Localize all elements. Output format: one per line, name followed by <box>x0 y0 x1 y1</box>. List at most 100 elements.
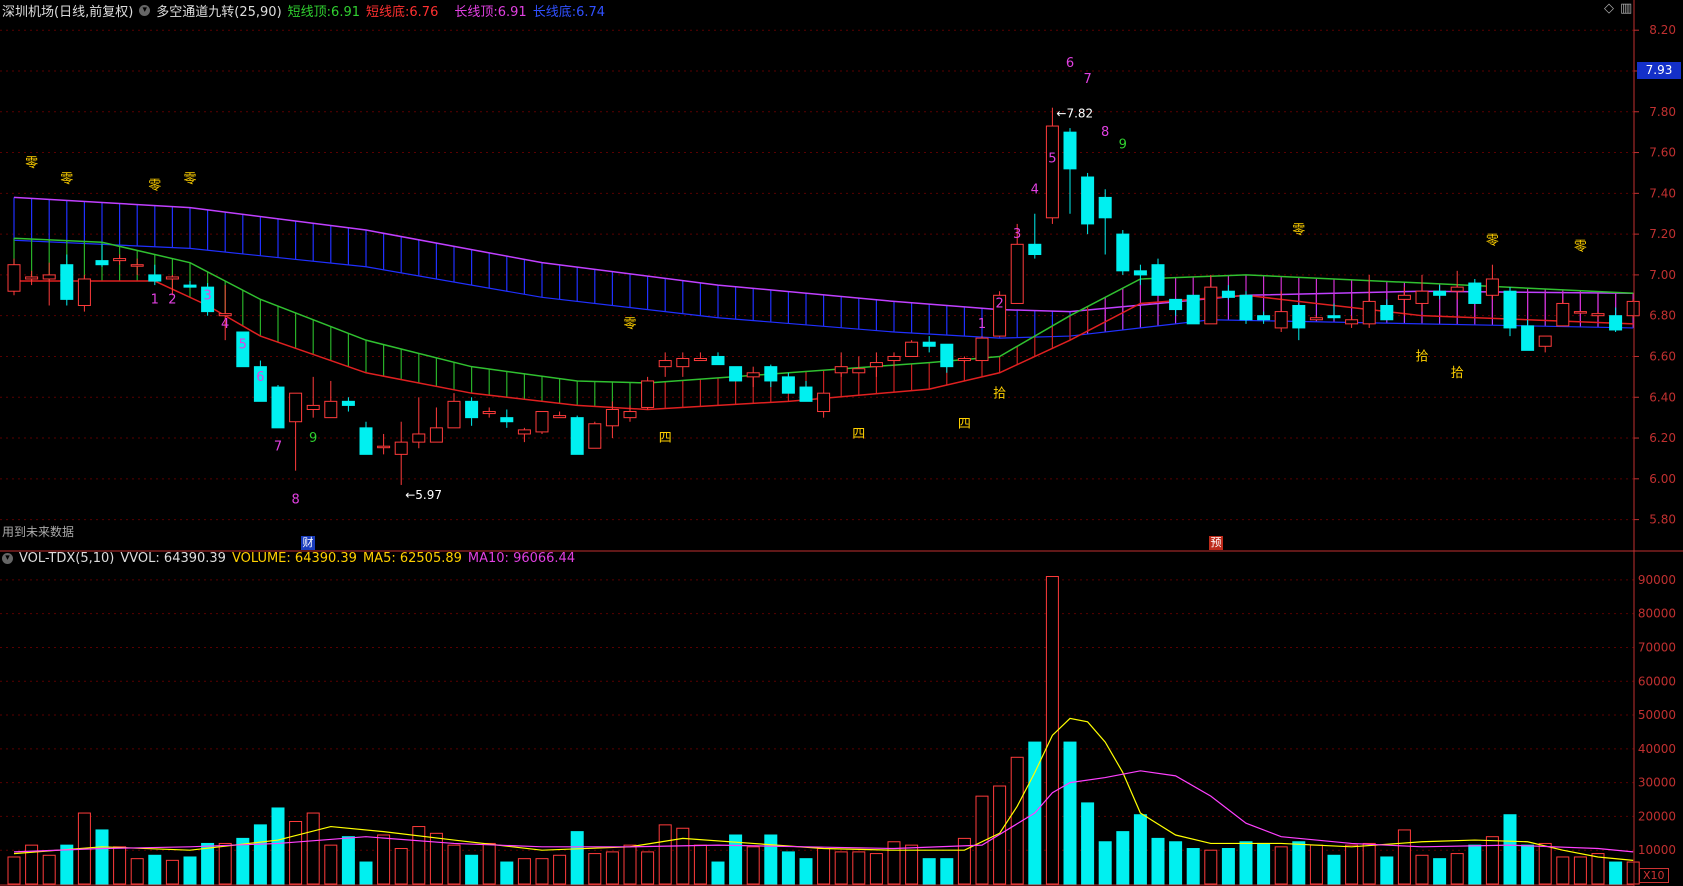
td-sequence-label: 5 <box>239 337 247 352</box>
volume-bar <box>570 831 584 885</box>
candle-body <box>1556 302 1570 327</box>
td-sequence-label: 1 <box>151 292 159 307</box>
volume-bar <box>42 854 56 885</box>
volume-bar <box>324 844 338 885</box>
candle <box>429 407 443 443</box>
candle <box>729 366 743 382</box>
candle-body <box>834 366 848 374</box>
volume-bar <box>113 846 127 885</box>
candle <box>1573 311 1587 314</box>
candle-body <box>1010 243 1024 304</box>
candle-body <box>605 408 619 427</box>
candle <box>869 352 883 377</box>
candle-body <box>500 417 514 423</box>
candle-body <box>95 260 109 266</box>
chart-canvas[interactable]: ←7.82←5.971 2 3456798123456789零零零零零四 四四拾零拾拾… <box>0 0 1683 886</box>
signal-cn-label: 零 <box>183 172 196 187</box>
volume-bar <box>482 842 496 885</box>
candle-body <box>869 362 883 368</box>
volume-bar <box>1556 856 1570 885</box>
candle-body <box>1362 300 1376 325</box>
volume-tick-label: 90000 <box>1638 573 1676 587</box>
panel-icon[interactable]: ▥ <box>1620 1 1638 16</box>
indicator-menu-icon[interactable]: ▾ <box>139 5 151 16</box>
high-price-annotation: ←7.82 <box>1056 107 1093 121</box>
long-band-top-line <box>13 196 1634 313</box>
candle <box>852 356 866 374</box>
short-top-value: 6.91 <box>331 5 360 20</box>
ma10-value: 96066.44 <box>513 551 576 566</box>
main-chart-header: 深圳机场(日线,前复权) ▾ 多空通道九转(25,90) 短线顶:6.91 短线… <box>2 1 605 20</box>
volume-bar <box>1239 841 1253 885</box>
candle-body <box>1063 131 1077 170</box>
volume-bar <box>500 861 514 885</box>
volume-bar <box>359 861 373 885</box>
volume-bar <box>465 854 479 885</box>
diamond-icon[interactable]: ◇ <box>1604 1 1620 16</box>
window-controls[interactable]: ◇▥ <box>1604 1 1638 16</box>
candle-body <box>535 411 549 433</box>
price-tick-label: 6.00 <box>1649 472 1676 486</box>
volume-bar <box>1345 844 1359 885</box>
volume-bar <box>429 832 443 885</box>
signal-cn-label: 四 <box>659 431 672 446</box>
candle-body <box>817 392 831 413</box>
volume-bar <box>1169 841 1183 885</box>
volume-bar <box>377 834 391 885</box>
forecast-flag[interactable]: 预 <box>1209 536 1223 550</box>
candle <box>517 427 531 443</box>
candle <box>588 421 602 449</box>
candle-body <box>957 358 971 362</box>
indicator-name[interactable]: 多空通道九转(25,90) <box>156 1 281 20</box>
candle-body <box>693 358 707 362</box>
candle-body <box>1133 270 1147 276</box>
volume-bar <box>394 848 408 885</box>
volume-label: VOLUME: <box>231 551 291 566</box>
volume-indicator-name[interactable]: VOL-TDX(5,10) <box>19 551 114 566</box>
candle-body <box>1345 319 1359 325</box>
candle-body <box>130 264 144 267</box>
candle-body <box>905 341 919 357</box>
volume-bar <box>1098 841 1112 885</box>
candle <box>1345 315 1359 328</box>
volume-bar <box>869 853 883 885</box>
candle-body <box>1274 311 1288 329</box>
candle <box>1133 264 1147 286</box>
volume-tick-label: 40000 <box>1638 742 1676 756</box>
volume-bar <box>148 854 162 885</box>
volume-bars[interactable] <box>7 576 1640 885</box>
financial-report-flag[interactable]: 财 <box>301 536 315 550</box>
volume-bar <box>623 844 637 885</box>
candle <box>377 433 391 455</box>
long-bottom-value: 6.74 <box>576 5 606 20</box>
candle <box>148 264 162 286</box>
long-bottom-label: 长线底: <box>532 5 577 20</box>
price-tick-label: 7.60 <box>1649 146 1676 160</box>
volume-bar <box>271 807 285 885</box>
volume-bar <box>1397 829 1411 885</box>
low-price-annotation: ←5.97 <box>405 488 442 502</box>
volume-bar <box>940 858 954 885</box>
candle-body <box>1045 125 1059 219</box>
candle <box>482 407 496 418</box>
volume-bar <box>605 851 619 885</box>
td-sequence-label: 5 <box>1048 152 1056 167</box>
price-tick-label: 5.80 <box>1649 513 1676 527</box>
volume-bar <box>922 858 936 885</box>
candle-body <box>1609 315 1623 331</box>
candle-body <box>676 358 690 368</box>
stock-title[interactable]: 深圳机场(日线,前复权) <box>2 1 133 20</box>
candle-body <box>1468 282 1482 304</box>
volume-bar <box>165 859 179 885</box>
volume-chart-header: ▾ VOL-TDX(5,10) VVOL: 64390.39 VOLUME: 6… <box>2 551 575 566</box>
volume-menu-icon[interactable]: ▾ <box>2 553 13 564</box>
candle <box>1609 307 1623 332</box>
candle <box>799 380 813 402</box>
td-sequence-label: 2 <box>995 297 1003 312</box>
candle <box>1380 299 1394 321</box>
volume-bar <box>447 844 461 885</box>
candle <box>570 415 584 455</box>
candle-body <box>1239 294 1253 321</box>
candle <box>1081 172 1095 235</box>
candle <box>641 376 655 410</box>
